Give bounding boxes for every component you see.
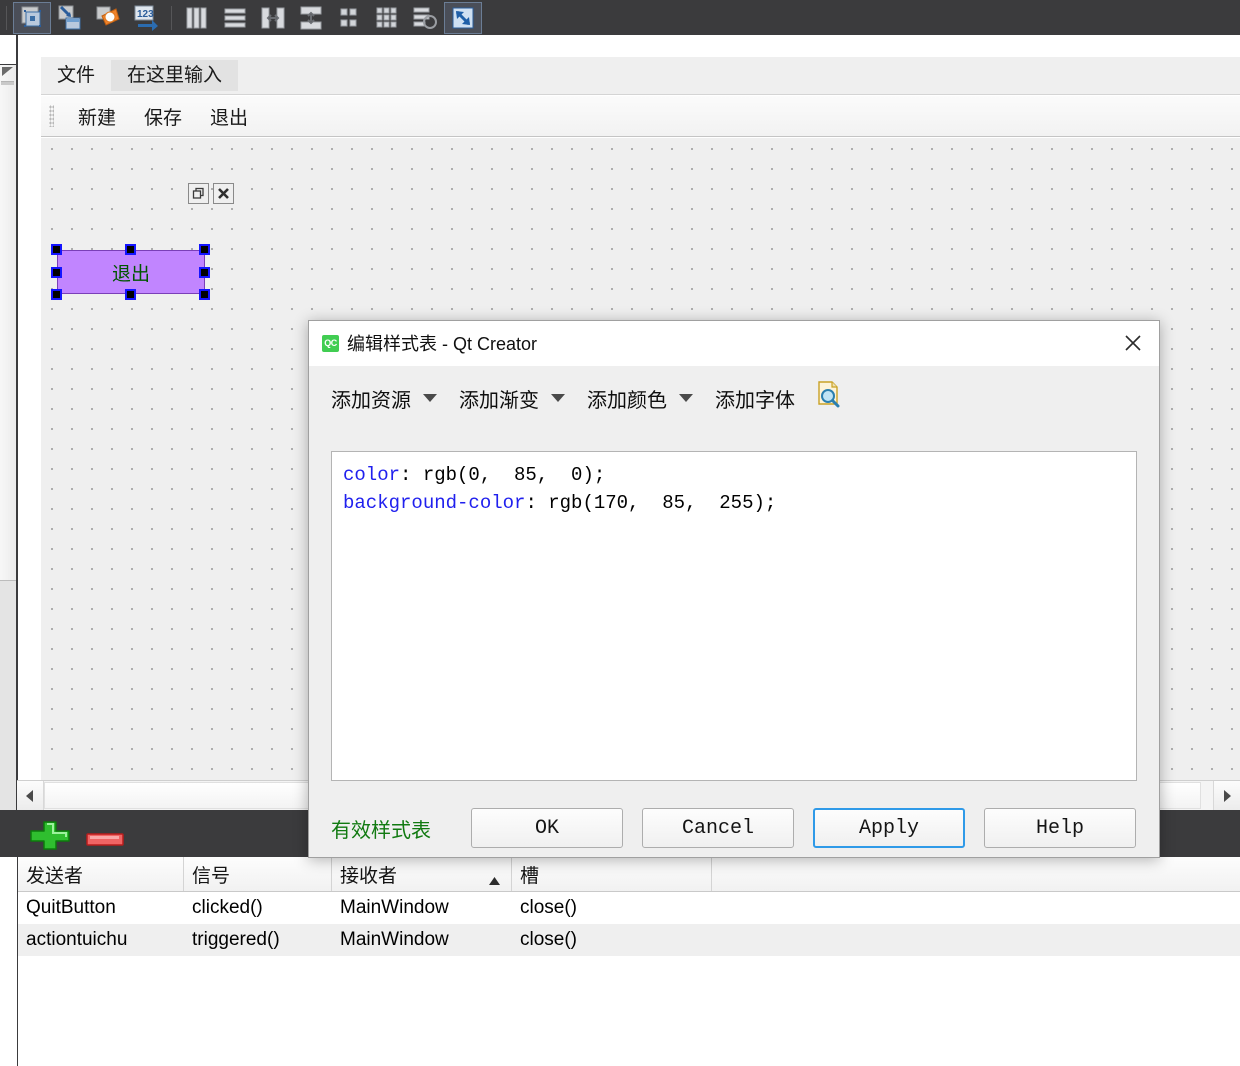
adjust-size-icon[interactable] — [444, 1, 482, 34]
restore-icon[interactable] — [188, 183, 209, 204]
edit-widgets-icon[interactable] — [13, 1, 51, 34]
left-dock-strip-top — [0, 35, 16, 65]
add-gradient-button[interactable]: 添加渐变 — [459, 384, 565, 413]
resize-handle-middle-right[interactable] — [199, 267, 210, 278]
add-resource-label: 添加资源 — [331, 389, 411, 412]
layout-grid-icon[interactable] — [368, 2, 406, 34]
edit-tab-order-icon[interactable]: 123 — [127, 2, 165, 34]
table-row[interactable]: QuitButton clicked() MainWindow close() — [18, 892, 1240, 924]
left-dock-strip[interactable] — [0, 35, 17, 811]
edit-stylesheet-dialog: QC 编辑样式表 - Qt Creator 添加资源 添加渐变 添加颜色 添加字… — [308, 320, 1160, 858]
layout-form-icon[interactable] — [330, 2, 368, 34]
add-connection-icon[interactable] — [28, 820, 72, 855]
edit-signals-slots-icon[interactable] — [51, 2, 89, 34]
resize-handle-middle-left[interactable] — [51, 267, 62, 278]
form-toolbar-item-save[interactable]: 保存 — [130, 99, 196, 134]
css-property-background-color: background-color — [343, 492, 526, 514]
selected-widget-quitbutton[interactable]: 退出 — [51, 244, 210, 300]
chevron-down-icon[interactable] — [679, 394, 693, 402]
magnifier-icon[interactable] — [813, 380, 843, 416]
add-color-label: 添加颜色 — [587, 389, 667, 412]
apply-button[interactable]: Apply — [813, 808, 965, 848]
add-gradient-label: 添加渐变 — [459, 389, 539, 412]
collapse-triangle-icon[interactable] — [1, 65, 15, 79]
cell-slot: close() — [520, 929, 578, 950]
add-font-button[interactable]: 添加字体 — [715, 384, 795, 413]
close-icon[interactable] — [213, 183, 234, 204]
form-toolbar: 新建 保存 退出 — [41, 96, 1240, 137]
menu-item-file[interactable]: 文件 — [41, 60, 111, 91]
sort-ascending-icon — [488, 870, 501, 892]
resize-handle-bottom-center[interactable] — [125, 289, 136, 300]
dialog-close-icon[interactable] — [1107, 321, 1159, 365]
chevron-down-icon[interactable] — [551, 394, 565, 402]
column-header-receiver[interactable]: 接收者 — [332, 857, 512, 891]
css-value-background-color: : rgb(170, 85, 255); — [525, 492, 777, 514]
cell-receiver: MainWindow — [340, 897, 449, 918]
cell-sender: QuitButton — [26, 897, 116, 918]
scroll-left-arrow-icon[interactable] — [17, 781, 44, 810]
left-dock-strip-lower — [0, 580, 16, 811]
mdi-window-buttons — [188, 183, 234, 204]
cell-signal: clicked() — [192, 897, 263, 918]
dialog-toolbar: 添加资源 添加渐变 添加颜色 添加字体 — [309, 365, 1159, 431]
toolbar-separator — [171, 5, 172, 30]
form-menubar: 文件 在这里输入 — [41, 57, 1240, 95]
ok-button[interactable]: OK — [471, 808, 623, 848]
resize-handle-top-left[interactable] — [51, 244, 62, 255]
dialog-titlebar[interactable]: QC 编辑样式表 - Qt Creator — [309, 321, 1159, 366]
css-property-color: color — [343, 464, 401, 486]
cancel-button[interactable]: Cancel — [642, 808, 794, 848]
table-header-row: 发送者 信号 接收者 槽 — [18, 857, 1240, 892]
qt-creator-logo-icon: QC — [322, 334, 339, 352]
add-resource-button[interactable]: 添加资源 — [331, 384, 437, 413]
resize-handle-bottom-left[interactable] — [51, 289, 62, 300]
scroll-right-arrow-icon[interactable] — [1213, 781, 1240, 810]
layout-vertically-icon[interactable] — [216, 2, 254, 34]
help-button[interactable]: Help — [984, 808, 1136, 848]
resize-handle-bottom-right[interactable] — [199, 289, 210, 300]
layout-splitter-horizontal-icon[interactable] — [254, 2, 292, 34]
quit-pushbutton[interactable]: 退出 — [57, 250, 205, 294]
chevron-down-icon[interactable] — [423, 394, 437, 402]
cell-signal: triggered() — [192, 929, 280, 950]
qt-designer-window: 123 文件 在这里输入 新建 保存 退出 退出 发送者 信号 接收者 槽 Qu… — [0, 0, 1240, 1066]
dialog-footer: 有效样式表 OK Cancel Apply Help — [309, 799, 1159, 857]
cell-receiver: MainWindow — [340, 929, 449, 950]
css-value-color: : rgb(0, 85, 0); — [400, 464, 606, 486]
column-header-receiver-label: 接收者 — [340, 865, 398, 887]
edit-buddies-icon[interactable] — [89, 2, 127, 34]
form-toolbar-item-new[interactable]: 新建 — [64, 99, 130, 134]
table-row[interactable]: actiontuichu triggered() MainWindow clos… — [18, 924, 1240, 956]
layout-splitter-vertical-icon[interactable] — [292, 2, 330, 34]
break-layout-icon[interactable] — [406, 2, 444, 34]
svg-text:123: 123 — [137, 9, 154, 20]
cell-sender: actiontuichu — [26, 929, 128, 950]
resize-handle-top-right[interactable] — [199, 244, 210, 255]
add-font-label: 添加字体 — [715, 389, 795, 412]
stylesheet-status-label: 有效样式表 — [331, 819, 431, 842]
add-color-button[interactable]: 添加颜色 — [587, 384, 693, 413]
toolbar-separator — [6, 5, 7, 30]
stylesheet-text-editor[interactable]: color: rgb(0, 85, 0); background-color: … — [331, 451, 1137, 781]
column-header-sender[interactable]: 发送者 — [18, 857, 184, 891]
dialog-title: 编辑样式表 - Qt Creator — [347, 334, 538, 354]
toolbar-drag-handle[interactable] — [49, 105, 54, 127]
layout-horizontally-icon[interactable] — [178, 2, 216, 34]
resize-handle-top-center[interactable] — [125, 244, 136, 255]
dock-divider — [1, 81, 14, 85]
cell-slot: close() — [520, 897, 578, 918]
signal-slot-table[interactable]: 发送者 信号 接收者 槽 QuitButton clicked() MainWi… — [17, 857, 1240, 1066]
column-header-slot[interactable]: 槽 — [512, 857, 712, 891]
remove-connection-icon[interactable] — [86, 833, 124, 852]
column-header-signal[interactable]: 信号 — [184, 857, 332, 891]
menu-item-type-here[interactable]: 在这里输入 — [111, 60, 239, 91]
main-toolbar: 123 — [0, 0, 1240, 35]
form-toolbar-item-quit[interactable]: 退出 — [196, 99, 262, 134]
